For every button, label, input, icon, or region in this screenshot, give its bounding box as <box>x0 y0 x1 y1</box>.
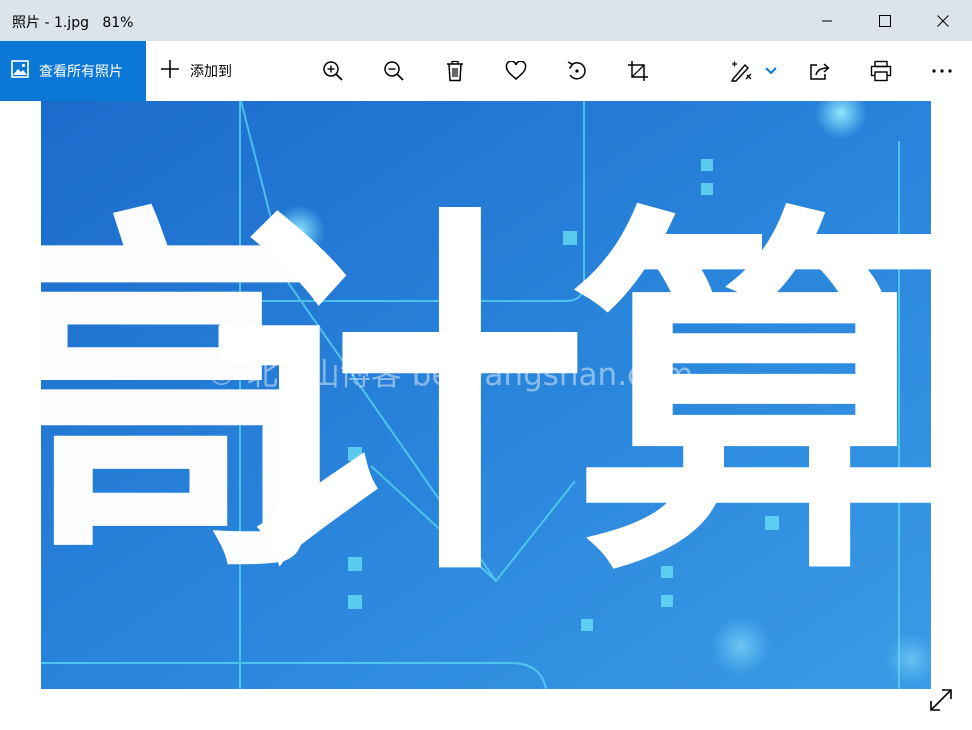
rotate-icon <box>566 60 588 82</box>
delete-icon <box>445 60 465 82</box>
zoom-out-button[interactable] <box>380 57 408 85</box>
edit-dropdown-button[interactable] <box>757 57 785 85</box>
share-icon <box>809 61 831 81</box>
view-all-photos-label: 查看所有照片 <box>39 64 123 80</box>
delete-button[interactable] <box>441 57 469 85</box>
heart-icon <box>505 61 527 81</box>
edit-icon <box>730 60 754 82</box>
image-viewer[interactable]: 高 计 算 © 北忘山博客 beiwangshan.com <box>0 101 972 730</box>
share-button[interactable] <box>806 57 834 85</box>
more-options-button[interactable] <box>928 57 956 85</box>
plus-icon <box>160 59 180 83</box>
fullscreen-button[interactable] <box>928 687 954 713</box>
crop-icon <box>627 60 649 82</box>
add-to-button[interactable]: 添加到 <box>160 41 232 101</box>
view-all-photos-button[interactable]: 查看所有照片 <box>0 41 146 101</box>
photo-text-ji: 计 <box>207 178 587 621</box>
rotate-button[interactable] <box>563 57 591 85</box>
zoom-in-icon <box>322 60 344 82</box>
toolbar: 查看所有照片 添加到 <box>0 41 972 101</box>
edit-create-button[interactable] <box>728 57 756 85</box>
favorite-button[interactable] <box>502 57 530 85</box>
maximize-icon <box>879 14 891 27</box>
displayed-photo: 高 计 算 <box>41 101 931 689</box>
close-button[interactable] <box>914 0 972 41</box>
zoom-out-icon <box>383 60 405 82</box>
print-button[interactable] <box>867 57 895 85</box>
zoom-in-button[interactable] <box>319 57 347 85</box>
photos-icon <box>11 60 29 82</box>
minimize-icon <box>821 15 833 27</box>
minimize-button[interactable] <box>798 0 856 41</box>
photo-text-suan: 算 <box>571 178 931 621</box>
maximize-button[interactable] <box>856 0 914 41</box>
more-icon <box>931 68 953 74</box>
window-title: 照片 - 1.jpg 81% <box>12 15 134 31</box>
title-bar: 照片 - 1.jpg 81% <box>0 0 972 41</box>
add-to-label: 添加到 <box>190 64 232 80</box>
crop-button[interactable] <box>624 57 652 85</box>
chevron-down-icon <box>765 67 777 75</box>
watermark-text: © 北忘山博客 beiwangshan.com <box>206 357 694 393</box>
print-icon <box>870 60 892 82</box>
fullscreen-expand-icon <box>928 689 954 717</box>
close-icon <box>937 14 949 27</box>
